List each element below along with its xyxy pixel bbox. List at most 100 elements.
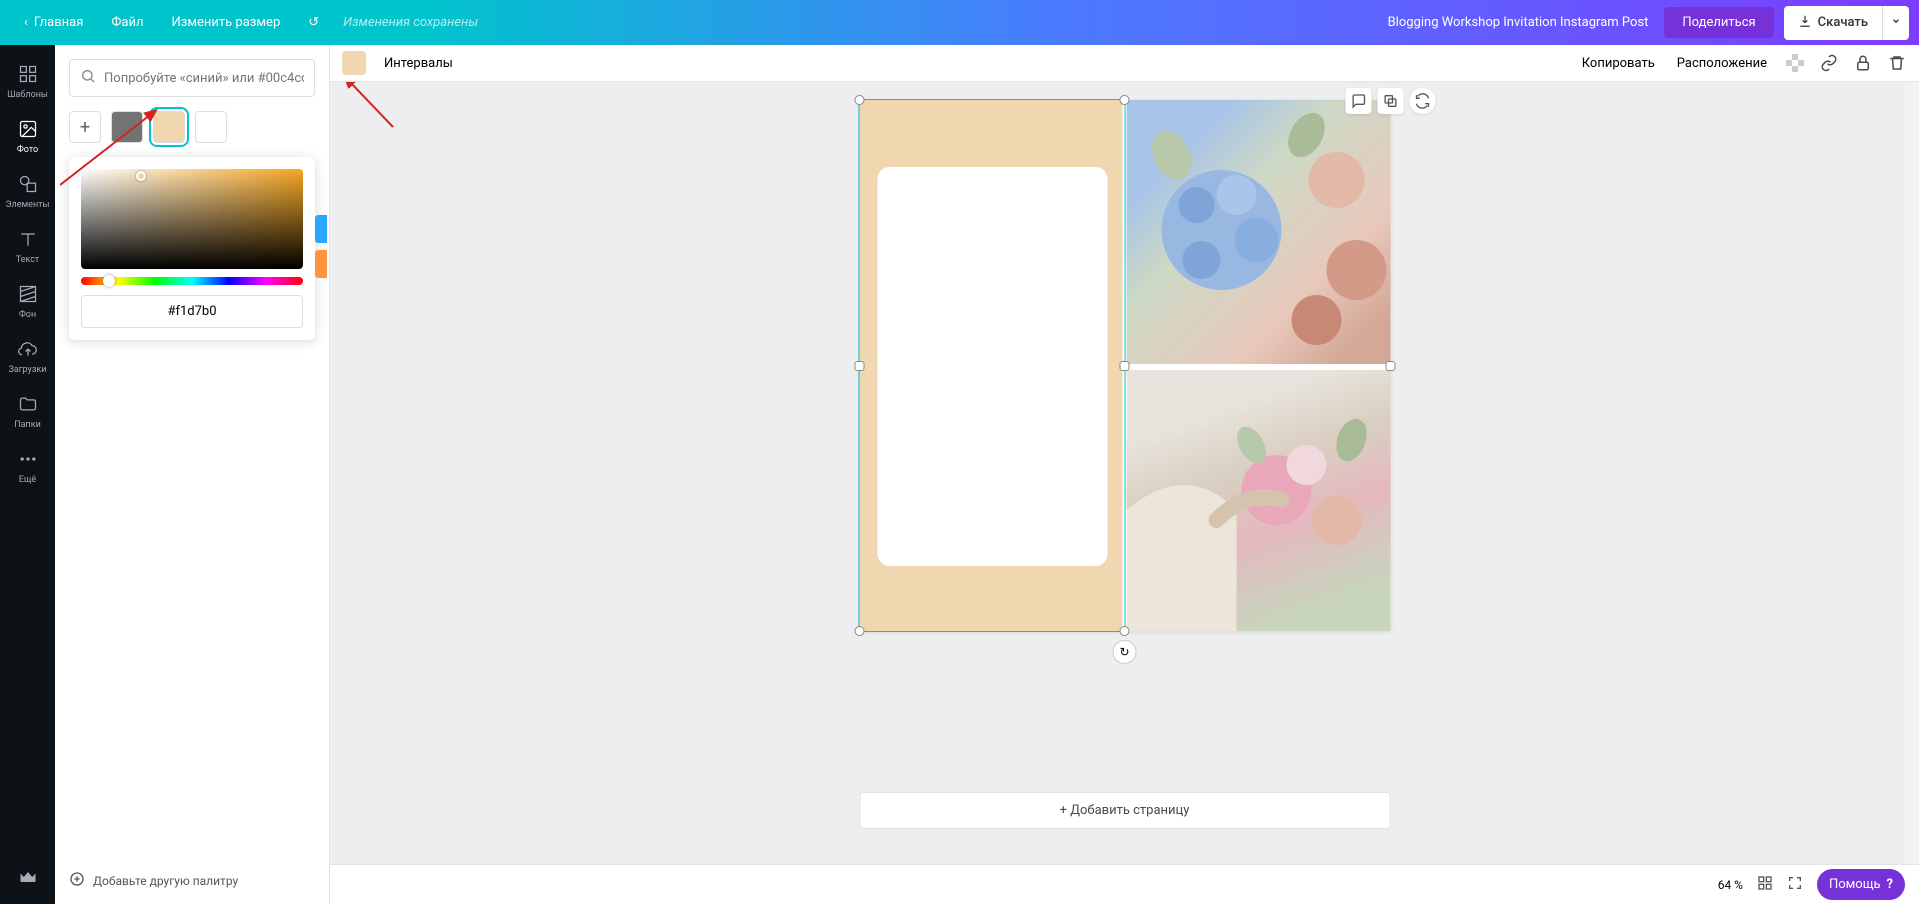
- page-sync-button[interactable]: [1409, 88, 1435, 114]
- download-caret-button[interactable]: [1882, 6, 1909, 40]
- cloud-upload-icon: [16, 337, 40, 361]
- download-group: Скачать: [1784, 6, 1909, 40]
- chevron-down-icon: [1891, 15, 1901, 30]
- home-button[interactable]: ‹ Главная: [10, 0, 97, 45]
- search-icon: [80, 68, 96, 88]
- sv-cursor[interactable]: [136, 171, 146, 181]
- flower-photo-bottom-icon: [1126, 370, 1390, 631]
- color-search-box[interactable]: [69, 59, 315, 97]
- background-icon: [16, 282, 40, 306]
- question-icon: ?: [1887, 877, 1893, 892]
- resize-menu[interactable]: Изменить размер: [157, 0, 294, 45]
- hue-cursor[interactable]: [103, 275, 115, 287]
- rotate-handle[interactable]: ↻: [1113, 640, 1137, 664]
- rail-text[interactable]: Текст: [0, 218, 55, 273]
- rail-elements[interactable]: Элементы: [0, 163, 55, 218]
- undo-button[interactable]: ↺: [294, 0, 333, 45]
- context-toolbar: Интервалы Копировать Расположение: [330, 45, 1919, 82]
- canvas-area[interactable]: ↻ + Добавить страницу: [330, 82, 1919, 864]
- save-status: Изменения сохранены: [343, 15, 478, 30]
- download-button[interactable]: Скачать: [1784, 6, 1882, 40]
- share-button[interactable]: Поделиться: [1664, 7, 1773, 38]
- swatch-row: +: [69, 111, 315, 143]
- fill-color-chip[interactable]: [342, 51, 366, 75]
- inner-white-card[interactable]: [877, 167, 1107, 566]
- intervals-button[interactable]: Интервалы: [380, 52, 457, 75]
- rail-elements-label: Элементы: [6, 200, 50, 210]
- rail-background[interactable]: Фон: [0, 273, 55, 328]
- page-controls: [1345, 88, 1435, 114]
- text-icon: [16, 227, 40, 251]
- photo-icon: [16, 117, 40, 141]
- add-page-button[interactable]: + Добавить страницу: [859, 792, 1390, 829]
- rail-photo-label: Фото: [17, 145, 38, 155]
- rail-templates[interactable]: Шаблоны: [0, 53, 55, 108]
- swatch-gray[interactable]: [111, 111, 143, 143]
- left-rail: Шаблоны Фото Элементы Текст Фон Загрузки…: [0, 45, 55, 904]
- rotate-icon: ↻: [1119, 645, 1129, 659]
- palette-suggestion-blue[interactable]: [315, 215, 327, 243]
- page-comment-button[interactable]: [1345, 88, 1371, 114]
- page-duplicate-button[interactable]: [1377, 88, 1403, 114]
- link-button[interactable]: [1819, 53, 1839, 73]
- zoom-level[interactable]: 64 %: [1718, 878, 1743, 892]
- annotation-arrow-1: [338, 82, 408, 142]
- canvas-page[interactable]: [859, 100, 1390, 631]
- folder-icon: [16, 392, 40, 416]
- rail-more[interactable]: Ещё: [0, 438, 55, 493]
- add-color-button[interactable]: +: [69, 111, 101, 143]
- transparency-button[interactable]: [1785, 53, 1805, 73]
- rail-background-label: Фон: [19, 310, 36, 320]
- home-label: Главная: [34, 15, 83, 30]
- shapes-icon: [16, 172, 40, 196]
- flower-photo-top-icon: [1126, 100, 1390, 364]
- more-icon: [16, 447, 40, 471]
- document-title[interactable]: Blogging Workshop Invitation Instagram P…: [1388, 15, 1649, 30]
- photo-bottom[interactable]: [1126, 370, 1390, 631]
- hex-value-field[interactable]: #f1d7b0: [81, 295, 303, 328]
- help-button[interactable]: Помощь ?: [1817, 869, 1905, 900]
- top-bar: ‹ Главная Файл Изменить размер ↺ Изменен…: [0, 0, 1919, 45]
- undo-icon: ↺: [308, 15, 319, 30]
- color-picker-card: #f1d7b0: [69, 157, 315, 340]
- download-label: Скачать: [1818, 15, 1868, 30]
- help-label: Помощь: [1829, 877, 1881, 892]
- color-side-panel: + #f1d7b0 Добавьте другую палитру: [55, 45, 330, 904]
- copy-button[interactable]: Копировать: [1578, 52, 1659, 75]
- arrange-button[interactable]: Расположение: [1673, 52, 1771, 75]
- rail-more-label: Ещё: [19, 475, 36, 485]
- vertical-scrollbar[interactable]: [1905, 82, 1919, 864]
- rail-templates-label: Шаблоны: [7, 90, 48, 100]
- rail-uploads[interactable]: Загрузки: [0, 328, 55, 383]
- bottom-bar: 64 % Помощь ?: [330, 864, 1919, 904]
- grid-icon: [16, 62, 40, 86]
- plus-circle-icon: [69, 871, 85, 890]
- rail-pro[interactable]: [0, 849, 55, 904]
- swatch-white[interactable]: [195, 111, 227, 143]
- fullscreen-button[interactable]: [1787, 875, 1803, 894]
- hue-slider[interactable]: [81, 277, 303, 285]
- crown-icon: [16, 865, 40, 889]
- rail-folders[interactable]: Папки: [0, 383, 55, 438]
- add-palette-button[interactable]: Добавьте другую палитру: [69, 859, 315, 890]
- lock-button[interactable]: [1853, 53, 1873, 73]
- topbar-left-group: ‹ Главная Файл Изменить размер ↺ Изменен…: [10, 0, 478, 45]
- download-icon: [1798, 14, 1812, 32]
- file-menu[interactable]: Файл: [97, 0, 157, 45]
- rail-photo[interactable]: Фото: [0, 108, 55, 163]
- photo-top[interactable]: [1126, 100, 1390, 364]
- selected-frame[interactable]: [859, 100, 1122, 631]
- sv-gradient-area[interactable]: [81, 169, 303, 269]
- rail-folders-label: Папки: [14, 420, 41, 430]
- delete-button[interactable]: [1887, 53, 1907, 73]
- rail-text-label: Текст: [16, 255, 40, 265]
- topbar-right-group: Blogging Workshop Invitation Instagram P…: [1388, 6, 1909, 40]
- palette-suggestion-orange[interactable]: [315, 250, 327, 278]
- plus-icon: +: [80, 117, 90, 138]
- page-handle-e[interactable]: [1385, 361, 1395, 371]
- page-wrap: ↻: [859, 100, 1390, 631]
- swatch-beige[interactable]: [153, 111, 185, 143]
- color-search-input[interactable]: [104, 71, 304, 86]
- chevron-left-icon: ‹: [24, 15, 28, 30]
- grid-view-button[interactable]: [1757, 875, 1773, 894]
